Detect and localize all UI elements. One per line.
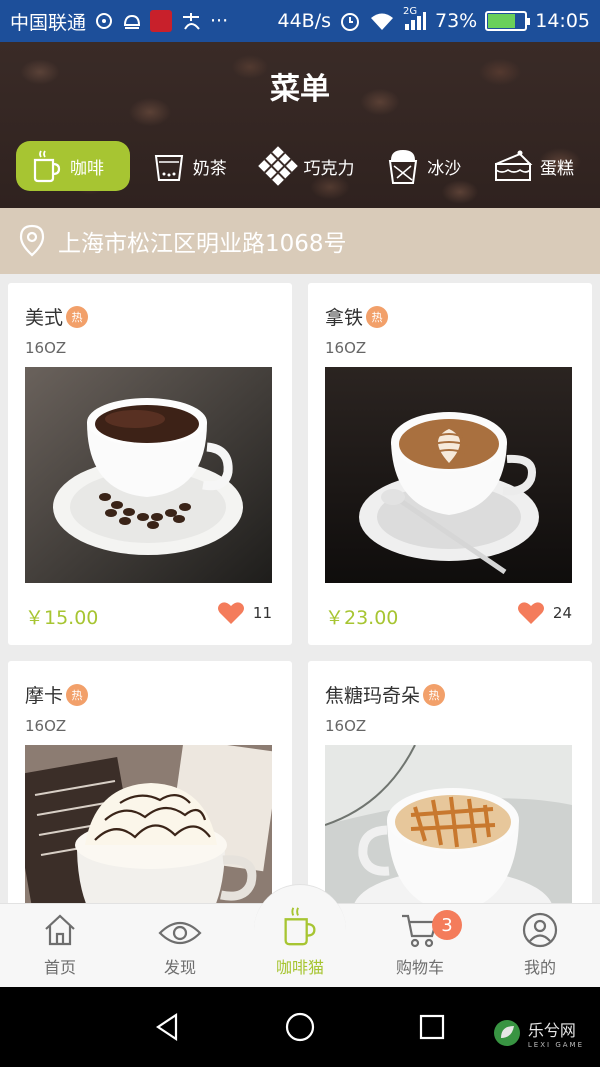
back-icon[interactable] (152, 1011, 184, 1043)
tab-label: 首页 (43, 958, 76, 977)
tab-discover[interactable]: 发现 (120, 904, 240, 988)
product-name: 拿铁 (325, 307, 364, 329)
caramel-macchiato-photo (325, 745, 572, 903)
product-size: 16OZ (325, 717, 367, 735)
category-label: 冰沙 (427, 158, 462, 179)
tab-label: 咖啡猫 (275, 958, 324, 977)
category-label: 巧克力 (303, 158, 355, 179)
page-title: 菜单 (270, 72, 330, 107)
tab-profile[interactable]: 我的 (480, 904, 600, 988)
milk-tea-icon (154, 155, 183, 181)
eye-icon (158, 921, 202, 945)
chocolate-icon (257, 146, 298, 186)
location-pin-icon (19, 224, 45, 257)
heart-icon (517, 602, 544, 624)
americano-photo (25, 367, 272, 583)
product-price: ￥15.00 (25, 607, 99, 629)
hot-badge: 热 (366, 305, 389, 328)
tab-label: 我的 (523, 958, 556, 977)
product-name: 美式 (25, 307, 64, 329)
product-card[interactable]: 拿铁热 16OZ ￥23.00 24 (308, 283, 592, 645)
product-card[interactable]: 美式热 16OZ ￥15.00 11 (8, 283, 292, 645)
tab-cart[interactable]: 购物车 3 (360, 904, 480, 988)
category-cake[interactable]: 蛋糕 (486, 141, 584, 191)
category-label: 咖啡 (70, 158, 104, 179)
mocha-photo (25, 745, 272, 903)
alipay-icon (183, 13, 200, 30)
smoothie-icon (389, 150, 418, 184)
like-button[interactable]: 11 (217, 601, 272, 625)
category-smoothie[interactable]: 冰沙 (379, 141, 471, 191)
recent-apps-icon[interactable] (418, 1013, 446, 1041)
hot-badge: 热 (423, 683, 446, 706)
more-notifications-icon: ··· (210, 10, 229, 32)
like-count: 11 (252, 604, 272, 622)
heart-icon (217, 602, 244, 624)
tab-home[interactable]: 首页 (0, 904, 120, 988)
latte-photo (325, 367, 572, 583)
network-type: 2G (403, 6, 418, 17)
tab-coffee-cat[interactable]: 咖啡猫 (240, 904, 360, 988)
system-navigation-bar: 乐兮网 LEXI GAME (0, 987, 600, 1067)
cart-count-badge: 3 (432, 910, 462, 940)
category-bar: 咖啡 奶茶 巧克力 冰沙 蛋糕 (16, 140, 584, 192)
address-text: 上海市松江区明业路1068号 (58, 231, 347, 257)
network-speed: 44B/s (277, 10, 331, 32)
category-coffee[interactable]: 咖啡 (16, 141, 130, 191)
cake-icon (495, 150, 533, 181)
app-notification-icon (150, 10, 173, 32)
product-card[interactable]: 焦糖玛奇朵热 16OZ (308, 661, 592, 903)
carrier-label: 中国联通 (10, 11, 87, 34)
android-icon (124, 14, 141, 29)
watermark-subtext: LEXI GAME (527, 1041, 584, 1049)
like-count: 24 (552, 604, 572, 622)
watermark-text: 乐兮网 (527, 1021, 576, 1040)
product-name: 摩卡 (25, 685, 64, 707)
menu-header: 菜单 咖啡 奶茶 巧克力 冰沙 蛋糕 (0, 42, 600, 208)
battery-percent: 73% (435, 10, 478, 32)
product-size: 16OZ (325, 339, 367, 357)
product-price: ￥23.00 (325, 607, 399, 629)
home-circle-icon[interactable] (284, 1011, 316, 1043)
like-button[interactable]: 24 (517, 601, 572, 625)
hot-badge: 热 (66, 305, 89, 328)
coffee-cup-icon (284, 907, 316, 946)
coffee-cup-icon (33, 150, 61, 183)
bottom-tab-bar: 首页 发现 咖啡猫 购物车 3 我的 (0, 884, 600, 988)
home-icon (45, 914, 75, 946)
notification-icon (96, 13, 113, 29)
product-size: 16OZ (25, 339, 67, 357)
product-name: 焦糖玛奇朵 (325, 685, 421, 707)
watermark: 乐兮网 LEXI GAME (492, 1017, 584, 1049)
product-grid: 美式热 16OZ ￥15.00 11 拿铁 热 16OZ ￥23.00 24 摩… (8, 283, 592, 903)
clock: 14:05 (535, 10, 590, 32)
status-bar: 中国联通 ··· 44B/s 2G 73% 14:05 (0, 0, 600, 42)
battery-icon (485, 11, 531, 31)
alarm-icon (341, 13, 359, 31)
user-icon (522, 912, 558, 948)
hot-badge: 热 (66, 683, 89, 706)
product-size: 16OZ (25, 717, 67, 735)
category-label: 蛋糕 (540, 158, 574, 179)
address-bar[interactable]: 上海市松江区明业路1068号 (0, 208, 600, 274)
tab-label: 发现 (163, 958, 196, 977)
product-card[interactable]: 摩卡热 16OZ (8, 661, 292, 903)
wifi-icon (371, 13, 393, 30)
category-chocolate[interactable]: 巧克力 (252, 141, 365, 191)
tab-label: 购物车 (395, 958, 444, 977)
category-label: 奶茶 (192, 158, 227, 179)
watermark-logo-icon (493, 1020, 520, 1046)
category-milk-tea[interactable]: 奶茶 (145, 141, 237, 191)
